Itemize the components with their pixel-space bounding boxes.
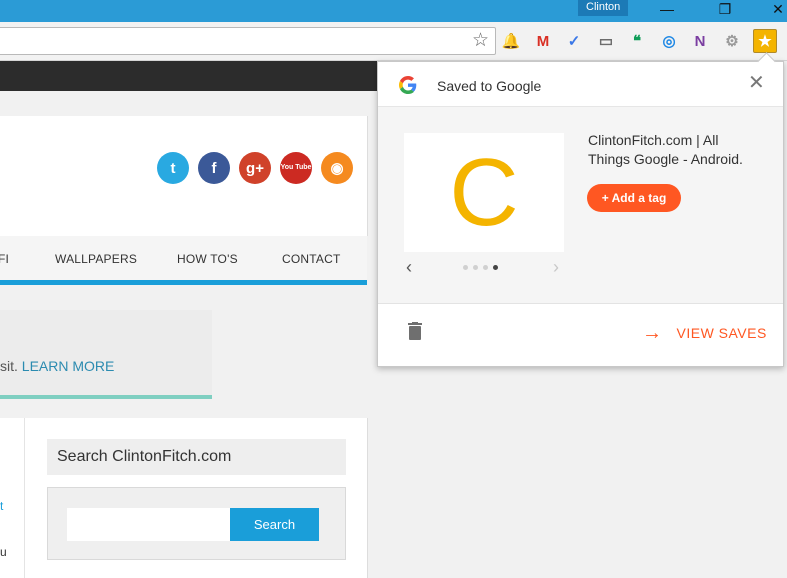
notifications-icon[interactable]: 🔔	[501, 31, 521, 51]
facebook-icon[interactable]: f	[198, 152, 230, 184]
view-saves-label: VIEW SAVES	[676, 325, 767, 341]
chevron-right-icon[interactable]: ›	[553, 258, 559, 276]
chevron-left-icon[interactable]: ‹	[406, 258, 412, 276]
search-input[interactable]	[67, 508, 231, 541]
learn-more-link[interactable]: LEARN MORE	[22, 358, 115, 374]
google-plus-icon[interactable]: g+	[239, 152, 271, 184]
notice-box: sit. LEARN MORE	[0, 310, 212, 395]
cast-icon[interactable]: ▭	[596, 31, 616, 51]
add-tag-button[interactable]: + Add a tag	[587, 184, 681, 212]
gmail-icon[interactable]: M	[533, 31, 553, 51]
sidebar-fragment-text: u	[0, 545, 7, 559]
ring-icon[interactable]: ◎	[659, 31, 679, 51]
popup-header: Saved to Google ✕	[378, 62, 783, 107]
save-to-google-icon[interactable]: ★	[753, 29, 777, 53]
twitter-icon[interactable]: t	[157, 152, 189, 184]
notice-accent-line	[0, 395, 212, 399]
trash-icon[interactable]	[408, 322, 422, 340]
minimize-button[interactable]: —	[658, 2, 676, 18]
carousel-dot[interactable]	[463, 265, 468, 270]
nav-item-how-tos[interactable]: HOW TO'S	[177, 252, 238, 266]
nav-item-contact[interactable]: CONTACT	[282, 252, 341, 266]
notice-partial-text: sit.	[0, 358, 18, 374]
restore-button[interactable]: ❐	[716, 2, 734, 18]
saved-page-title: ClintonFitch.com | All Things Google - A…	[588, 132, 743, 167]
sidebar-fragment-link[interactable]: t	[0, 499, 3, 513]
onenote-icon[interactable]: N	[690, 31, 710, 51]
site-top-bar	[0, 61, 390, 91]
nav-underline	[0, 280, 367, 285]
rss-icon[interactable]: ◉	[321, 152, 353, 184]
page-thumbnail: C	[404, 133, 564, 252]
view-saves-link[interactable]: → VIEW SAVES	[642, 321, 767, 345]
bookmark-star-icon[interactable]: ☆	[472, 31, 489, 50]
arrow-right-icon: →	[642, 322, 663, 344]
youtube-icon[interactable]: You Tube	[280, 152, 312, 184]
search-widget-title: Search ClintonFitch.com	[47, 439, 346, 475]
carousel-dot[interactable]	[473, 265, 478, 270]
address-bar[interactable]: ☆	[0, 27, 496, 55]
robot-icon[interactable]: ⚙	[722, 31, 742, 51]
window-titlebar: Clinton — ❐ ✕	[0, 0, 787, 22]
nav-item-partial[interactable]: FI	[0, 252, 9, 266]
close-icon[interactable]: ✕	[748, 73, 765, 93]
nav-item-wallpapers[interactable]: WALLPAPERS	[55, 252, 137, 266]
popup-title: Saved to Google	[437, 78, 542, 94]
profile-badge[interactable]: Clinton	[578, 0, 629, 16]
carousel-dots	[463, 265, 498, 270]
search-widget: Search	[47, 487, 346, 560]
search-button[interactable]: Search	[230, 508, 319, 541]
hangouts-icon[interactable]: ❝	[627, 31, 647, 51]
browser-toolbar: ☆ 🔔 M ✓ ▭ ❝ ◎ N ⚙ ★	[0, 22, 787, 61]
carousel-dot[interactable]	[493, 265, 498, 270]
saved-to-google-popup: Saved to Google ✕ C ClintonFitch.com | A…	[377, 52, 784, 367]
carousel-dot[interactable]	[483, 265, 488, 270]
column-divider	[24, 418, 25, 578]
thumbnail-letter: C	[449, 139, 519, 246]
close-window-button[interactable]: ✕	[769, 2, 787, 18]
saved-item-panel: C ClintonFitch.com | All Things Google -…	[378, 107, 783, 304]
google-logo-icon	[399, 76, 417, 97]
site-nav: FI WALLPAPERS HOW TO'S CONTACT	[0, 236, 367, 280]
notice-text: sit. LEARN MORE	[0, 358, 114, 374]
check-icon[interactable]: ✓	[564, 31, 584, 51]
